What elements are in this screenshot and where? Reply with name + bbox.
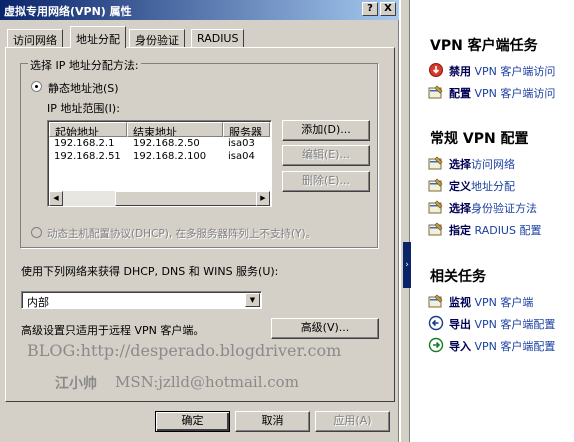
task-verb: 导入: [449, 340, 471, 353]
task-verb: 定义: [449, 180, 471, 193]
add-range-button[interactable]: 添加(D)...: [282, 120, 370, 141]
cell-end: 192.168.2.50: [133, 138, 200, 149]
task-text: 身份验证方法: [471, 202, 537, 215]
task-text: 访问网络: [471, 158, 515, 171]
close-button[interactable]: X: [380, 2, 396, 16]
group-legend: 选择 IP 地址分配方法:: [28, 57, 141, 73]
ok-button[interactable]: 确定: [155, 411, 230, 432]
network-select-value: 内部: [27, 296, 49, 309]
watermark-msn: MSN:jzlld@hotmail.com: [115, 373, 299, 391]
task-text: VPN 客户端配置: [474, 318, 556, 331]
monitor-icon: [428, 294, 443, 308]
edit-range-button[interactable]: 编辑(E)...: [282, 145, 370, 166]
advanced-label: 高级设置只适用于远程 VPN 客户端。: [21, 324, 205, 337]
configure-icon: [428, 200, 443, 214]
network-label: 使用下列网络来获得 DHCP, DNS 和 WINS 服务(U):: [21, 265, 279, 278]
task-verb: 选择: [449, 202, 471, 215]
cell-start: 192.168.2.1: [54, 138, 115, 149]
pane-splitter[interactable]: [400, 0, 410, 442]
watermark-blog: BLOG:http://desperado.blogdriver.com: [27, 341, 342, 360]
export-icon: [428, 315, 444, 331]
help-button[interactable]: ?: [362, 2, 378, 16]
chevron-down-icon[interactable]: ▼: [245, 293, 260, 307]
network-select[interactable]: 内部 ▼: [21, 291, 262, 309]
apply-button[interactable]: 应用(A): [315, 411, 390, 432]
column-server[interactable]: 服务器: [223, 122, 270, 137]
tab-authentication[interactable]: 身份验证: [129, 29, 185, 47]
tab-address-assignment[interactable]: 地址分配: [70, 26, 126, 48]
dialog-title: 虚拟专用网络(VPN) 属性: [4, 5, 132, 18]
task-text: VPN 客户端访问: [474, 87, 556, 100]
task-verb: 禁用: [449, 65, 471, 78]
ip-range-label: IP 地址范围(I):: [47, 102, 120, 115]
scroll-thumb[interactable]: [115, 191, 265, 206]
watermark-author: 江小帅: [55, 376, 97, 392]
list-horizontal-scrollbar[interactable]: ◀ ▶: [49, 191, 270, 206]
radio-selected-dot: [35, 85, 38, 88]
configure-icon: [428, 222, 443, 236]
cell-server: isa04: [228, 151, 255, 162]
task-verb: 指定: [449, 224, 471, 237]
dhcp-radio-label[interactable]: 动态主机配置协议(DHCP), 在多服务器阵列上不支持(Y)。: [47, 226, 316, 241]
collapse-pane-icon[interactable]: ›: [403, 242, 411, 288]
section-vpn-client-tasks: VPN 客户端任务: [430, 38, 538, 54]
static-pool-radio[interactable]: [31, 81, 42, 92]
column-start-address[interactable]: 起始地址: [49, 122, 127, 137]
cell-start: 192.168.2.51: [54, 151, 121, 162]
disable-icon: [429, 63, 443, 77]
advanced-button[interactable]: 高级(V)...: [271, 318, 379, 339]
task-text: RADIUS 配置: [474, 224, 542, 237]
configure-icon: [428, 85, 443, 99]
cell-end: 192.168.2.100: [133, 151, 207, 162]
scroll-left-icon[interactable]: ◀: [49, 191, 63, 206]
configure-icon: [428, 178, 443, 192]
configure-icon: [428, 156, 443, 170]
scroll-right-icon[interactable]: ▶: [256, 191, 270, 206]
cancel-button[interactable]: 取消: [235, 411, 310, 432]
column-end-address[interactable]: 结束地址: [127, 122, 223, 137]
tab-access-network[interactable]: 访问网络: [7, 29, 63, 47]
section-general-vpn-config: 常规 VPN 配置: [430, 131, 529, 147]
task-verb: 配置: [449, 87, 471, 100]
section-related-tasks: 相关任务: [430, 269, 486, 285]
task-text: VPN 客户端访问: [474, 65, 556, 78]
task-text: 地址分配: [471, 180, 515, 193]
dialog-titlebar[interactable]: 虚拟专用网络(VPN) 属性 ? X: [0, 0, 399, 20]
import-icon: [428, 337, 444, 353]
delete-range-button[interactable]: 删除(E)...: [282, 171, 370, 192]
task-verb: 监视: [449, 296, 471, 309]
dhcp-radio[interactable]: [31, 227, 42, 238]
task-text: VPN 客户端: [474, 296, 534, 309]
cell-server: isa03: [228, 138, 255, 149]
task-verb: 导出: [449, 318, 471, 331]
static-pool-label[interactable]: 静态地址池(S): [48, 80, 119, 96]
task-verb: 选择: [449, 158, 471, 171]
tab-radius[interactable]: RADIUS: [191, 29, 245, 47]
task-text: VPN 客户端配置: [474, 340, 556, 353]
